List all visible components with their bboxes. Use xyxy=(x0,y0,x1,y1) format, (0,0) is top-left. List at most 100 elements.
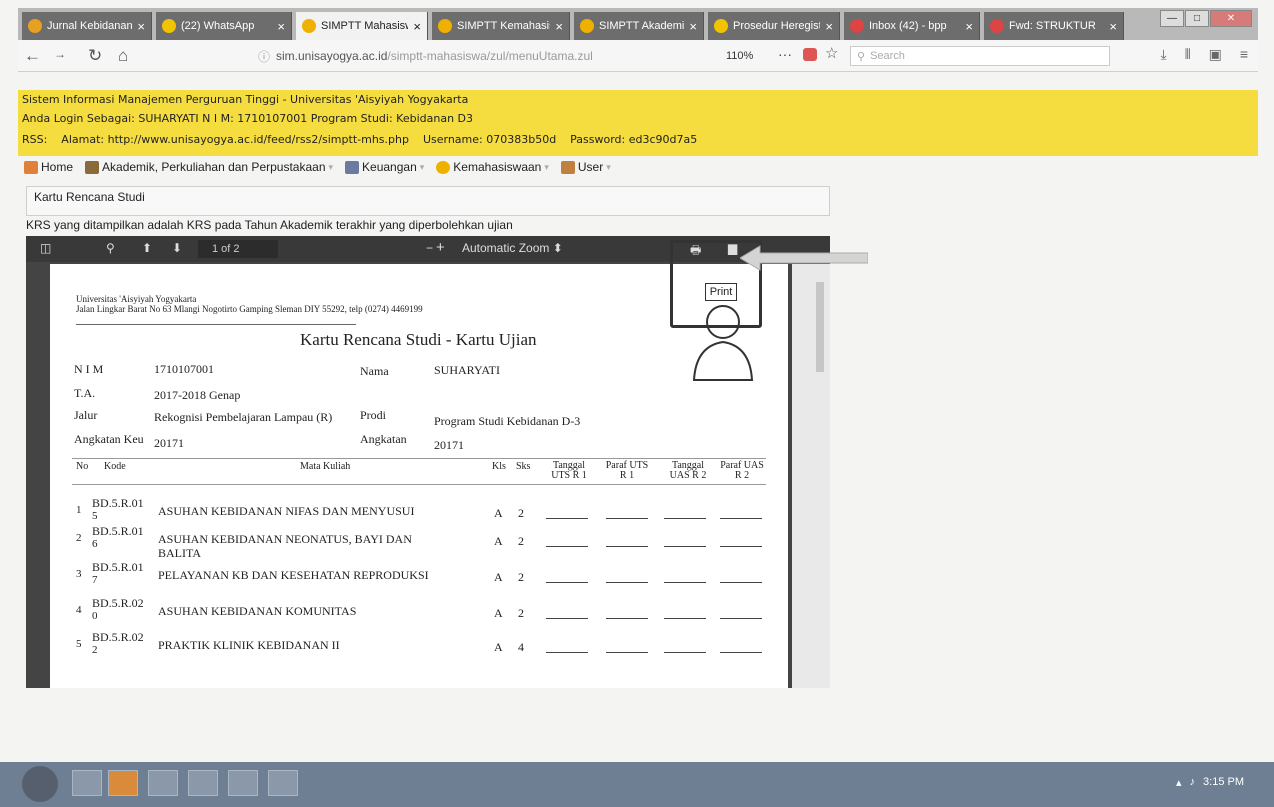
signature-blank-line xyxy=(606,546,648,547)
home-icon xyxy=(24,160,38,174)
reload-icon[interactable]: ↻ xyxy=(88,46,102,66)
tab-label: Inbox (42) - bpp xyxy=(869,20,947,32)
nim-value: 1710107001 xyxy=(154,362,214,376)
browser-tab[interactable]: SIMPTT Mahasiswa × xyxy=(296,12,428,40)
volume-icon[interactable]: ♪ xyxy=(1190,776,1196,789)
tab-favicon-icon xyxy=(714,19,728,33)
back-icon[interactable]: ← xyxy=(24,46,41,66)
url-bar[interactable]: ⓘ sim.unisayogya.ac.id/simptt-mahasiswa/… xyxy=(258,45,778,67)
row-kode: BD.5.R.01 xyxy=(92,524,144,538)
explorer-taskbar-icon[interactable] xyxy=(228,770,258,796)
sidebar-toggle-icon[interactable]: ◫ xyxy=(40,241,51,255)
forward-icon[interactable]: → xyxy=(54,47,66,61)
table-top-rule xyxy=(72,458,766,459)
krs-note: KRS yang ditampilkan adalah KRS pada Tah… xyxy=(26,218,513,232)
page-actions-icon[interactable]: ··· xyxy=(778,46,792,62)
tab-favicon-icon xyxy=(990,19,1004,33)
info-icon[interactable]: ⓘ xyxy=(258,48,270,65)
tab-close-icon[interactable]: × xyxy=(277,19,285,34)
tab-close-icon[interactable]: × xyxy=(965,19,973,34)
browser-tab[interactable]: Jurnal Kebidanan × xyxy=(22,12,152,40)
close-window-button[interactable]: ✕ xyxy=(1210,10,1252,27)
clock[interactable]: 3:15 PM xyxy=(1203,776,1244,789)
browser-tab[interactable]: (22) WhatsApp × xyxy=(156,12,292,40)
previous-page-icon[interactable]: ⬆ xyxy=(142,241,152,255)
start-button[interactable] xyxy=(22,766,58,802)
tab-close-icon[interactable]: × xyxy=(689,19,697,34)
powerpoint-taskbar-icon[interactable] xyxy=(188,770,218,796)
row-kode-suffix: 7 xyxy=(92,574,98,586)
next-page-icon[interactable]: ⬇ xyxy=(172,241,182,255)
prodi-value: Program Studi Kebidanan D-3 xyxy=(434,414,581,428)
window-controls: — □ ✕ xyxy=(1160,10,1252,27)
browser-tab[interactable]: Fwd: STRUKTUR × xyxy=(984,12,1124,40)
signature-blank-line xyxy=(720,546,762,547)
find-icon[interactable]: ⚲ xyxy=(106,241,115,255)
search-input[interactable]: ⚲ Search xyxy=(850,46,1110,66)
browser-tab[interactable]: Prosedur Heregistrasi × xyxy=(708,12,840,40)
taskbar-app-icon[interactable] xyxy=(72,770,102,796)
row-kode-suffix: 0 xyxy=(92,610,98,622)
minimize-button[interactable]: — xyxy=(1160,10,1184,27)
url-path: /simptt-mahasiswa/zul/menuUtama.zul xyxy=(387,49,593,63)
hamburger-menu-icon[interactable]: ≡ xyxy=(1240,46,1248,63)
row-mata-kuliah: ASUHAN KEBIDANAN NIFAS DAN MENYUSUI xyxy=(158,504,415,518)
tab-favicon-icon xyxy=(438,19,452,33)
tab-close-icon[interactable]: × xyxy=(137,19,145,34)
university-name: Universitas 'Aisyiyah Yogyakarta xyxy=(76,294,197,304)
main-menu: Home Akademik, Perkuliahan dan Perpustaka… xyxy=(18,156,848,178)
row-no: 3 xyxy=(76,568,82,580)
user-icon xyxy=(560,160,575,174)
zoom-select-label: Automatic Zoom xyxy=(462,241,550,255)
tab-close-icon[interactable]: × xyxy=(1109,19,1117,34)
menu-item-keuangan[interactable]: Keuangan ▾ xyxy=(345,160,424,174)
menu-item-home[interactable]: Home xyxy=(24,160,73,174)
home-nav-icon[interactable]: ⌂ xyxy=(118,46,128,66)
tab-close-icon[interactable]: × xyxy=(413,19,421,34)
excel-taskbar-icon[interactable] xyxy=(148,770,178,796)
tab-label: Prosedur Heregistrasi xyxy=(733,20,820,32)
pocket-icon[interactable] xyxy=(803,48,817,61)
menu-item-kemahasiswaan[interactable]: Kemahasiswaan ▾ xyxy=(436,160,549,174)
bookmark-star-icon[interactable]: ☆ xyxy=(825,44,838,62)
site-header: Sistem Informasi Manajemen Perguruan Tin… xyxy=(18,90,1258,156)
tab-label: Fwd: STRUKTUR xyxy=(1009,20,1096,32)
col-paraf-uts: Paraf UTS R 1 xyxy=(605,460,649,481)
sidebar-icon[interactable]: ▣ xyxy=(1209,46,1222,63)
ta-value: 2017-2018 Genap xyxy=(154,388,241,402)
tab-label: (22) WhatsApp xyxy=(181,20,255,32)
row-kode: BD.5.R.01 xyxy=(92,496,144,510)
row-no: 4 xyxy=(76,604,82,616)
tab-close-icon[interactable]: × xyxy=(825,19,833,34)
rss-info: RSS: Alamat: http://www.unisayogya.ac.id… xyxy=(22,133,698,146)
browser-tab[interactable]: SIMPTT Kemahasiswaan × xyxy=(432,12,570,40)
zoom-out-icon[interactable]: − xyxy=(426,241,433,255)
network-icon[interactable]: ▴ xyxy=(1176,776,1182,789)
downloads-icon[interactable]: ⤓ xyxy=(1161,46,1167,63)
row-kls: A xyxy=(494,606,503,620)
browser-tab[interactable]: SIMPTT Akademik × xyxy=(574,12,704,40)
menu-item-user[interactable]: User ▾ xyxy=(560,160,611,174)
maximize-button[interactable]: □ xyxy=(1185,10,1209,27)
signature-blank-line xyxy=(546,652,588,653)
col-tanggal-uas: Tanggal UAS R 2 xyxy=(669,460,707,481)
zoom-in-icon[interactable]: + xyxy=(436,239,445,256)
paint-taskbar-icon[interactable] xyxy=(268,770,298,796)
firefox-taskbar-icon[interactable] xyxy=(108,770,138,796)
menu-item-akademik[interactable]: Akademik, Perkuliahan dan Perpustakaan ▾ xyxy=(85,160,333,174)
scrollbar-thumb[interactable] xyxy=(816,282,824,372)
zoom-select[interactable]: Automatic Zoom ⬍ xyxy=(462,241,563,255)
row-no: 1 xyxy=(76,504,82,516)
library-icon[interactable]: ⫴ xyxy=(1185,46,1191,63)
tab-close-icon[interactable]: × xyxy=(555,19,563,34)
page-indicator: 1 of 2 xyxy=(212,243,240,255)
university-address: Jalan Lingkar Barat No 63 Mlangi Nogotir… xyxy=(76,304,423,314)
zoom-level[interactable]: 110% xyxy=(726,50,753,62)
signature-blank-line xyxy=(546,518,588,519)
page-number-input[interactable]: 1 of 2 xyxy=(198,240,278,258)
krs-panel xyxy=(26,186,830,216)
tab-label: SIMPTT Akademik xyxy=(599,20,685,32)
browser-tab[interactable]: Inbox (42) - bpp × xyxy=(844,12,980,40)
print-tooltip: Print xyxy=(705,283,737,301)
pdf-scrollbar[interactable] xyxy=(792,264,830,688)
